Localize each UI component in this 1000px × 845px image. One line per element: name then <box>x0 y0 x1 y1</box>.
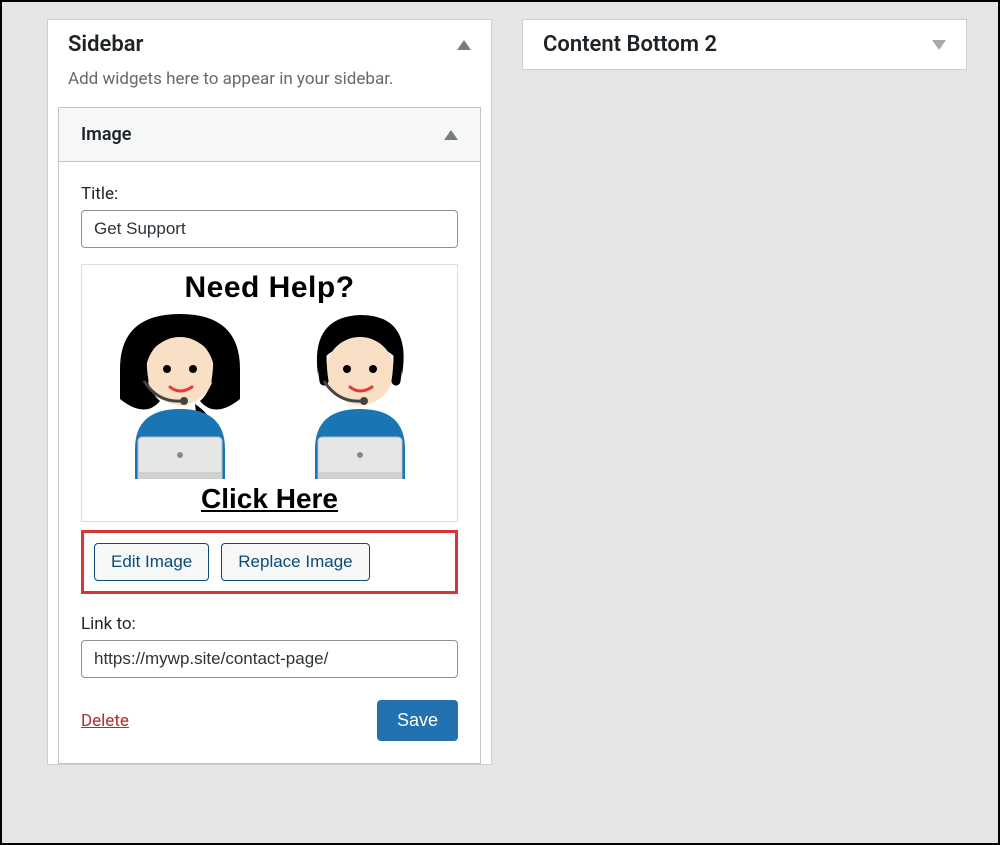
sidebar-panel-description: Add widgets here to appear in your sideb… <box>48 69 491 107</box>
link-to-input[interactable] <box>81 640 458 678</box>
title-field-label: Title: <box>81 184 458 204</box>
delete-link[interactable]: Delete <box>81 711 129 731</box>
expand-icon <box>932 40 946 50</box>
content-bottom-2-panel: Content Bottom 2 <box>522 19 967 70</box>
sidebar-panel: Sidebar Add widgets here to appear in yo… <box>47 19 492 765</box>
support-illustration <box>88 309 451 479</box>
replace-image-button[interactable]: Replace Image <box>221 543 369 581</box>
sidebar-panel-title: Sidebar <box>68 32 143 57</box>
collapse-icon <box>457 40 471 50</box>
edit-image-button[interactable]: Edit Image <box>94 543 209 581</box>
image-preview[interactable]: Need Help? <box>81 264 458 522</box>
save-button[interactable]: Save <box>377 700 458 741</box>
image-widget: Image Title: Need Help? <box>58 107 481 764</box>
sidebar-panel-header[interactable]: Sidebar <box>48 20 491 69</box>
collapse-icon <box>444 130 458 140</box>
content-bottom-2-title: Content Bottom 2 <box>543 32 717 57</box>
image-actions-highlight: Edit Image Replace Image <box>81 530 458 594</box>
title-input[interactable] <box>81 210 458 248</box>
link-to-label: Link to: <box>81 614 458 634</box>
content-bottom-2-header[interactable]: Content Bottom 2 <box>523 20 966 69</box>
support-person-female-icon <box>100 309 260 479</box>
support-person-male-icon <box>280 309 440 479</box>
image-widget-title: Image <box>81 124 131 145</box>
image-caption-bottom: Click Here <box>88 483 451 521</box>
image-widget-header[interactable]: Image <box>59 108 480 162</box>
image-caption-top: Need Help? <box>88 271 451 305</box>
